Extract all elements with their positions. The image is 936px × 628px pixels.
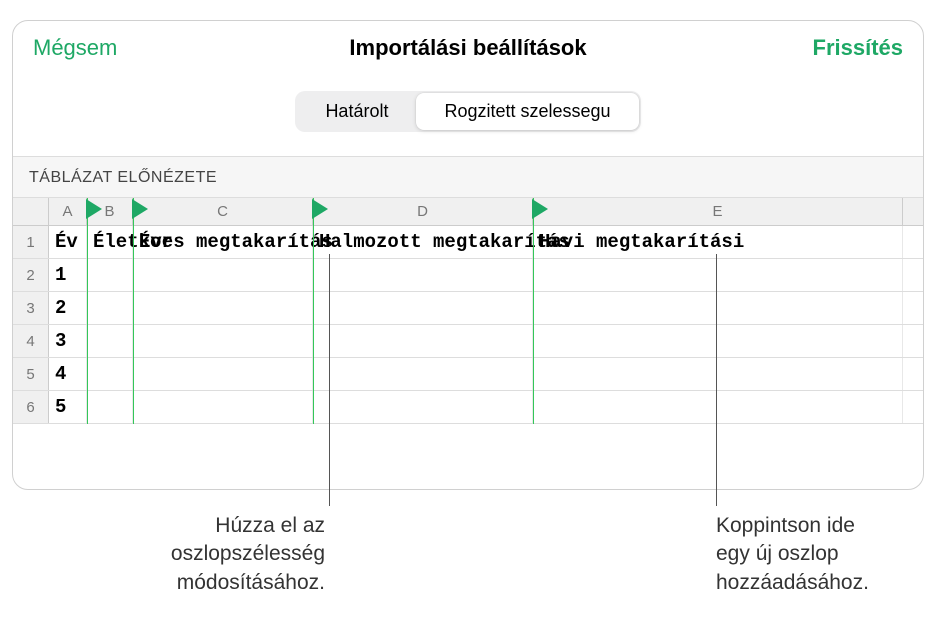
table-row: 3 2 [13,292,923,325]
cell[interactable] [533,292,903,324]
cell[interactable] [133,292,313,324]
row-header[interactable]: 3 [13,292,49,324]
col-header-e[interactable]: E [533,198,903,225]
cell[interactable]: Halmozott megtakarítás [313,226,533,258]
cell[interactable]: Év [49,226,87,258]
cell[interactable]: Éves megtakarítás [133,226,313,258]
column-divider-handle[interactable] [311,198,331,220]
panel-header: Mégsem Importálási beállítások Frissítés [13,21,923,73]
cell[interactable] [133,358,313,390]
column-divider[interactable] [533,198,534,424]
callout-text-drag: Húzza el azoszlopszélességmódosításához. [120,512,325,597]
row-header[interactable]: 4 [13,325,49,357]
row-header[interactable]: 1 [13,226,49,258]
header-corner [13,198,49,225]
table-row: 5 4 [13,358,923,391]
cell[interactable]: Havi megtakarítási [533,226,903,258]
cell[interactable] [313,292,533,324]
col-header-c[interactable]: C [133,198,313,225]
cell[interactable] [87,325,133,357]
table-row: 4 3 [13,325,923,358]
row-header[interactable]: 6 [13,391,49,423]
callout-line-right [716,254,717,506]
col-header-d[interactable]: D [313,198,533,225]
callout-line-left [329,254,330,506]
column-divider[interactable] [87,198,88,424]
cell[interactable] [533,391,903,423]
column-divider-handle[interactable] [131,198,151,220]
cell[interactable] [313,259,533,291]
callout-text-tap-add: Koppintson ideegy új oszlophozzáadásához… [716,512,926,597]
cell[interactable] [87,391,133,423]
update-button[interactable]: Frissítés [813,35,904,61]
cell[interactable] [313,391,533,423]
cell[interactable]: 5 [49,391,87,423]
row-header[interactable]: 5 [13,358,49,390]
cell[interactable] [533,259,903,291]
cell[interactable] [313,358,533,390]
import-settings-panel: Mégsem Importálási beállítások Frissítés… [12,20,924,490]
table-row: 1 Év Életkor Éves megtakarítás Halmozott… [13,226,923,259]
column-divider-handle[interactable] [85,198,105,220]
column-divider-handle[interactable] [531,198,551,220]
cell[interactable]: 4 [49,358,87,390]
table-rows: 1 Év Életkor Éves megtakarítás Halmozott… [13,226,923,424]
cell[interactable] [133,391,313,423]
column-divider[interactable] [133,198,134,424]
segmented-control[interactable]: Határolt Rogzitett szelessegu [295,91,640,132]
col-header-a[interactable]: A [49,198,87,225]
table-row: 2 1 [13,259,923,292]
cell[interactable] [533,325,903,357]
segmented-control-wrap: Határolt Rogzitett szelessegu [13,73,923,156]
cell[interactable]: 2 [49,292,87,324]
cancel-button[interactable]: Mégsem [33,35,117,61]
cell[interactable] [533,358,903,390]
cell[interactable] [313,325,533,357]
panel-title: Importálási beállítások [349,35,586,61]
cell[interactable] [87,358,133,390]
segment-fixed-width[interactable]: Rogzitett szelessegu [416,93,638,130]
table-row: 6 5 [13,391,923,424]
cell[interactable] [87,292,133,324]
cell[interactable] [133,325,313,357]
cell[interactable] [133,259,313,291]
cell[interactable] [87,259,133,291]
cell[interactable]: 3 [49,325,87,357]
segment-delimited[interactable]: Határolt [297,93,416,130]
table-preview[interactable]: A B C D E 1 Év Életkor Éves megtakarítás… [13,198,923,424]
column-divider[interactable] [313,198,314,424]
row-header[interactable]: 2 [13,259,49,291]
cell[interactable]: Életkor [87,226,133,258]
section-label: TÁBLÁZAT ELŐNÉZETE [13,156,923,198]
cell[interactable]: 1 [49,259,87,291]
